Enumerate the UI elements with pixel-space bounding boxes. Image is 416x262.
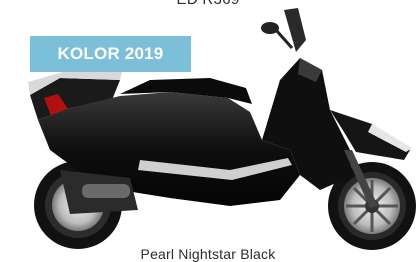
year-color-badge: KOLOR 2019	[30, 36, 191, 72]
color-name-caption: Pearl Nightstar Black	[0, 246, 416, 262]
color-name-label: Pearl Nightstar Black	[137, 246, 279, 262]
